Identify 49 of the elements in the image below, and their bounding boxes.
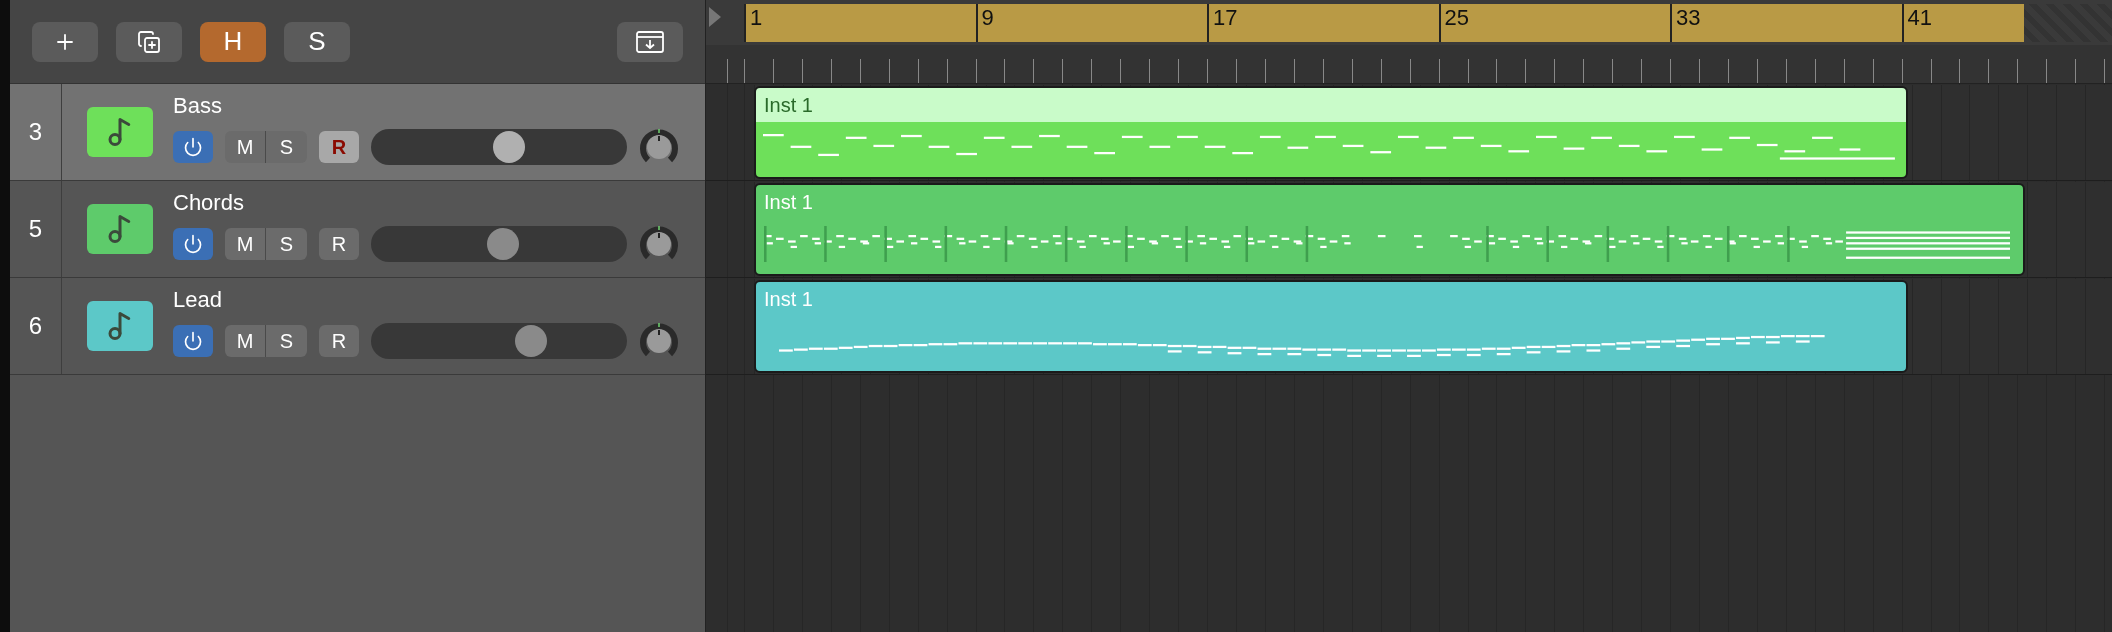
track-on-button[interactable] [173, 228, 213, 260]
toggle-button[interactable]: H [200, 21, 266, 62]
track-name: Chords [173, 189, 245, 217]
bar-number: 9 [975, 4, 994, 42]
solo-button[interactable]: S [266, 228, 307, 260]
track-on-button[interactable] [173, 131, 213, 163]
track-name: Lead [173, 286, 223, 314]
download-button[interactable] [617, 21, 683, 62]
bar-number: 25 [1438, 4, 1470, 42]
solo-button[interactable]: S [266, 131, 307, 163]
record-button[interactable]: R [319, 228, 359, 260]
playhead-icon [708, 6, 722, 28]
download-icon [636, 30, 664, 53]
bar-number: 1 [744, 4, 763, 42]
mute-button[interactable]: M [225, 325, 266, 357]
region-name: Inst 1 [764, 92, 813, 118]
track-number: 6 [28, 311, 43, 341]
volume-slider[interactable] [371, 129, 627, 165]
track-header[interactable]: 5 Chords M S R [10, 181, 705, 278]
bar-number: 17 [1207, 4, 1238, 42]
duplicate-button[interactable] [116, 21, 182, 62]
track-number: 5 [28, 214, 43, 244]
record-button[interactable]: R [319, 325, 359, 357]
add-button[interactable] [32, 21, 98, 62]
solo-button[interactable]: S [266, 325, 307, 357]
power-icon [183, 137, 203, 157]
cycle-bar[interactable]: 1 9 17 25 33 41 [744, 4, 2024, 42]
region-name: Inst 1 [764, 286, 813, 312]
bar-number: 41 [1901, 4, 1933, 42]
track-on-button[interactable] [173, 325, 213, 357]
mute-button[interactable]: M [225, 131, 266, 163]
region-name: Inst 1 [764, 189, 813, 215]
slider-thumb[interactable] [515, 325, 547, 357]
track-name: Bass [173, 92, 223, 120]
duplicate-icon [137, 29, 161, 54]
toggle-button[interactable]: S [284, 21, 350, 62]
mute-button[interactable]: M [225, 228, 266, 260]
power-icon [183, 331, 203, 351]
track-header[interactable]: 6 Lead M S R [10, 278, 705, 375]
record-button[interactable]: R [319, 131, 359, 163]
slider-thumb[interactable] [487, 228, 519, 260]
volume-slider[interactable] [371, 226, 627, 262]
bar-number: 33 [1670, 4, 1701, 42]
track-header[interactable]: 3 Bass M S R [10, 84, 705, 181]
power-icon [183, 234, 203, 254]
slider-thumb[interactable] [493, 131, 525, 163]
midi-region[interactable]: Inst 1 [754, 85, 1909, 179]
volume-slider[interactable] [371, 323, 627, 359]
track-number: 3 [28, 117, 43, 147]
